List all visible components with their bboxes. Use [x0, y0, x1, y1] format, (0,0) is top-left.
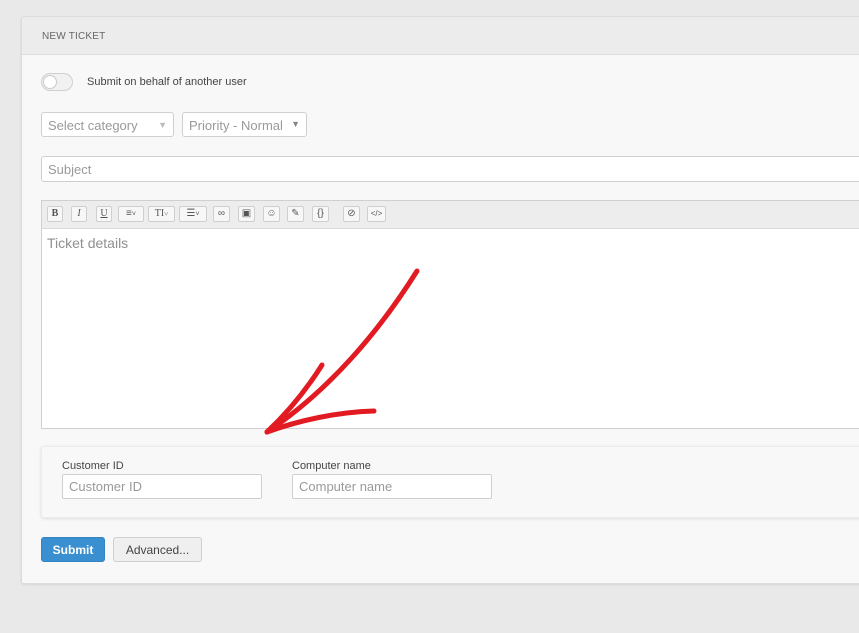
- subject-input[interactable]: [41, 156, 859, 182]
- advanced-button[interactable]: Advanced...: [113, 537, 202, 562]
- link-icon: ∞: [217, 208, 226, 219]
- link-button[interactable]: ∞: [213, 206, 230, 222]
- emoji-button[interactable]: ☺: [263, 206, 280, 222]
- computer-name-label: Computer name: [292, 460, 371, 472]
- braces-icon: {}: [317, 208, 324, 219]
- behalf-toggle-label: Submit on behalf of another user: [87, 76, 247, 88]
- list-button[interactable]: ☰˅: [179, 206, 207, 222]
- align-button[interactable]: ≡˅: [118, 206, 144, 222]
- editor-placeholder: Ticket details: [47, 235, 129, 251]
- customer-id-label: Customer ID: [62, 460, 124, 472]
- code-button[interactable]: {}: [312, 206, 329, 222]
- clear-format-button[interactable]: ⊘: [343, 206, 360, 222]
- computer-name-input[interactable]: [292, 474, 492, 499]
- underline-button[interactable]: U: [96, 206, 112, 222]
- panel-header: NEW TICKET: [22, 17, 859, 55]
- chevron-down-icon: ˅: [131, 211, 136, 218]
- submit-button[interactable]: Submit: [41, 537, 105, 562]
- chevron-down-icon: ˅: [195, 211, 200, 218]
- priority-select-value: Priority - Normal: [189, 118, 283, 133]
- italic-button[interactable]: I: [71, 206, 87, 222]
- category-select[interactable]: Select category ▼: [41, 112, 174, 137]
- toggle-knob: [43, 75, 57, 89]
- image-button[interactable]: ▣: [238, 206, 255, 222]
- panel-title: NEW TICKET: [42, 31, 106, 42]
- text-size-icon: TI: [154, 208, 165, 219]
- new-ticket-panel: NEW TICKET Submit on behalf of another u…: [21, 16, 859, 584]
- customer-id-input[interactable]: [62, 474, 262, 499]
- ticket-details-editor[interactable]: B I U ≡˅ TI˅ ☰˅ ∞ ▣ ☺ ✎ {} ⊘ </> Ticket …: [41, 200, 859, 429]
- smiley-icon: ☺: [266, 208, 277, 219]
- eyedropper-icon: ✎: [291, 208, 300, 219]
- text-size-button[interactable]: TI˅: [148, 206, 175, 222]
- chevron-down-icon: ▼: [291, 119, 300, 129]
- editor-toolbar: B I U ≡˅ TI˅ ☰˅ ∞ ▣ ☺ ✎ {} ⊘ </>: [42, 201, 859, 229]
- priority-select[interactable]: Priority - Normal ▼: [182, 112, 307, 137]
- image-icon: ▣: [241, 208, 252, 219]
- chevron-down-icon: ˅: [164, 210, 169, 218]
- ban-icon: ⊘: [347, 208, 356, 219]
- chevron-down-icon: ▼: [158, 120, 167, 130]
- html-source-button[interactable]: </>: [367, 206, 386, 222]
- behalf-toggle[interactable]: [41, 73, 73, 91]
- custom-fields-box: Customer ID Computer name: [41, 446, 859, 518]
- category-select-value: Select category: [48, 118, 138, 133]
- color-picker-button[interactable]: ✎: [287, 206, 304, 222]
- bold-button[interactable]: B: [47, 206, 63, 222]
- code-tag-icon: </>: [370, 209, 383, 218]
